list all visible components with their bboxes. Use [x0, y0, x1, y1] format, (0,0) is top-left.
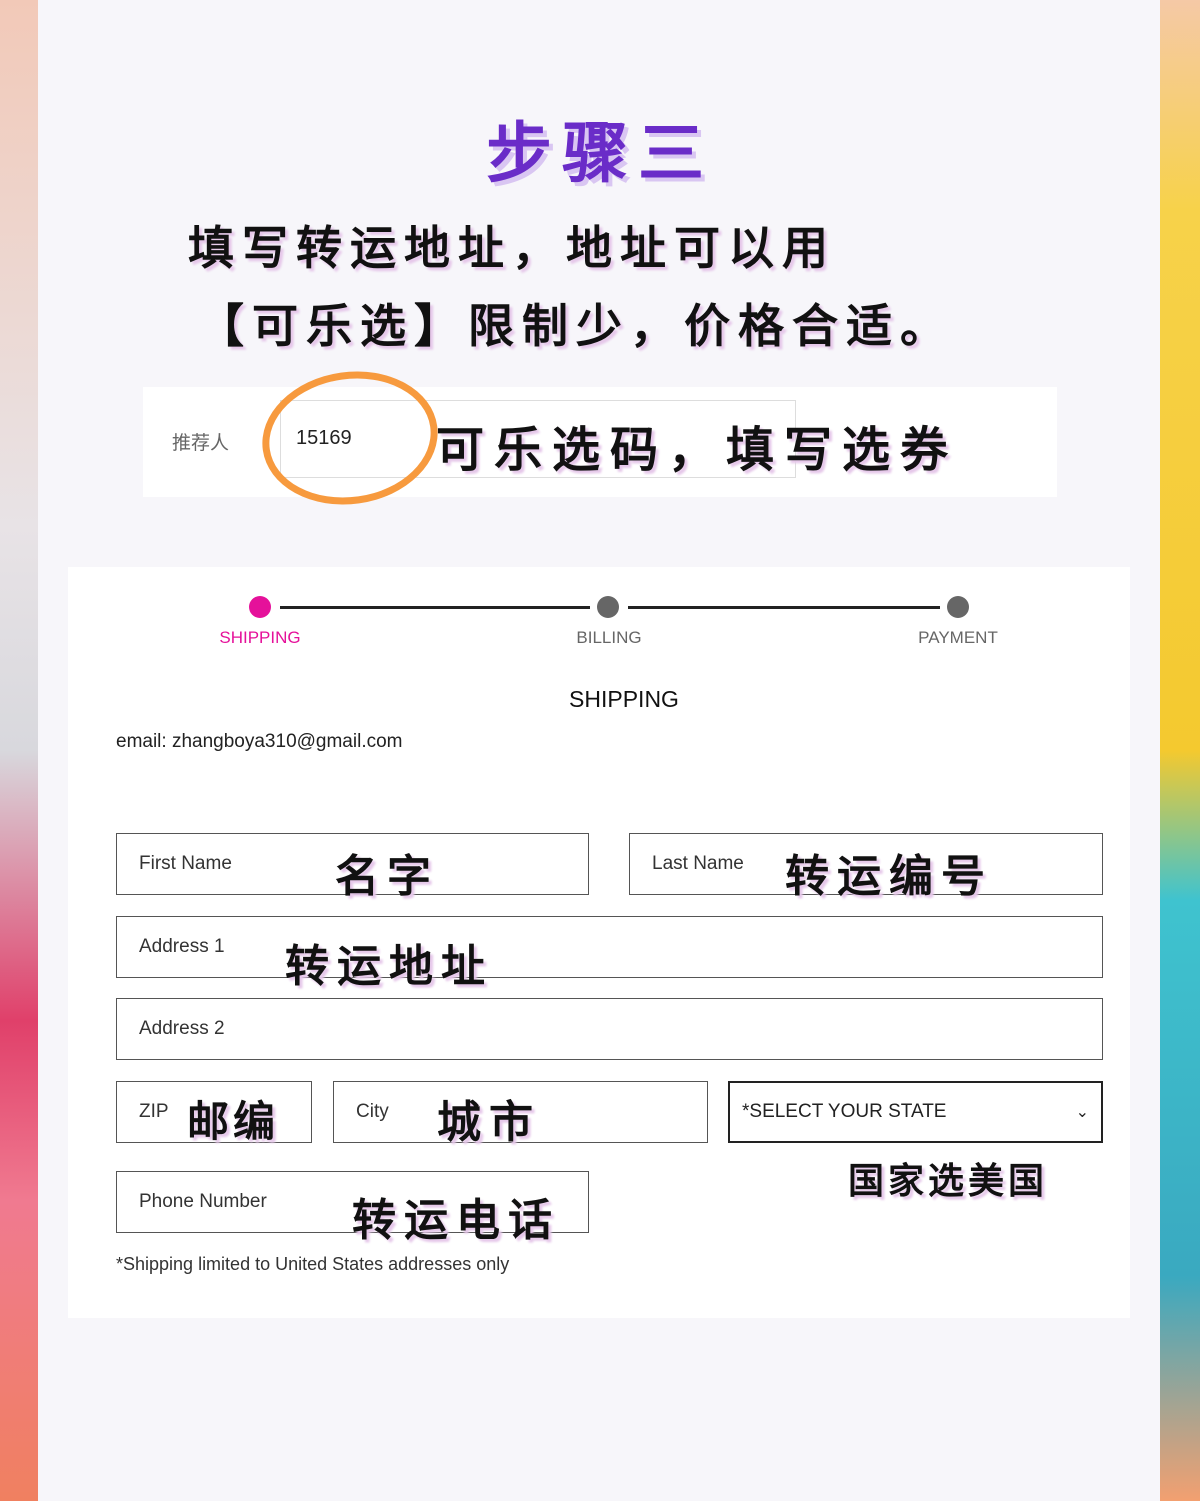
city-placeholder: City — [356, 1101, 389, 1122]
state-selected: *SELECT YOUR STATE — [742, 1101, 947, 1122]
state-annotation: 国家选美国 — [848, 1160, 1049, 1202]
step-shipping[interactable]: SHIPPING — [219, 628, 300, 648]
referral-label: 推荐人 — [172, 433, 230, 454]
zip-annotation: 邮编 — [187, 1097, 280, 1146]
first-name-annotation: 名字 — [335, 851, 439, 902]
background-left — [0, 0, 38, 1501]
step-billing[interactable]: BILLING — [576, 628, 641, 648]
city-annotation: 城市 — [437, 1097, 541, 1148]
address1-placeholder: Address 1 — [139, 936, 225, 957]
step-connector — [628, 606, 940, 609]
zip-placeholder: ZIP — [139, 1101, 169, 1122]
step-heading: 步骤三 — [486, 114, 714, 192]
shipping-note: *Shipping limited to United States addre… — [116, 1254, 510, 1274]
email-text: email: zhangboya310@gmail.com — [116, 731, 403, 752]
referral-annotation: 可乐选码，填写选券 — [436, 422, 959, 478]
step-dot-billing — [597, 596, 619, 618]
step-payment[interactable]: PAYMENT — [918, 628, 998, 648]
first-name-placeholder: First Name — [139, 853, 232, 874]
instruction-line-2: 【可乐选】限制少，价格合适。 — [198, 299, 954, 353]
last-name-placeholder: Last Name — [652, 853, 744, 874]
last-name-annotation: 转运编号 — [785, 851, 993, 902]
state-select[interactable]: *SELECT YOUR STATE ⌄ — [728, 1081, 1103, 1143]
form-heading: SHIPPING — [569, 686, 679, 712]
phone-placeholder: Phone Number — [139, 1191, 267, 1212]
step-dot-payment — [947, 596, 969, 618]
background-right — [1160, 0, 1200, 1501]
address2-placeholder: Address 2 — [139, 1018, 225, 1039]
chevron-down-icon: ⌄ — [1075, 1104, 1089, 1121]
address1-annotation: 转运地址 — [285, 941, 493, 992]
address1-input[interactable]: Address 1 — [116, 916, 1103, 978]
step-connector — [280, 606, 590, 609]
phone-annotation: 转运电话 — [352, 1195, 560, 1246]
instruction-line-1: 填写转运地址，地址可以用 — [188, 221, 836, 275]
step-dot-shipping — [249, 596, 271, 618]
address2-input[interactable]: Address 2 — [116, 998, 1103, 1060]
